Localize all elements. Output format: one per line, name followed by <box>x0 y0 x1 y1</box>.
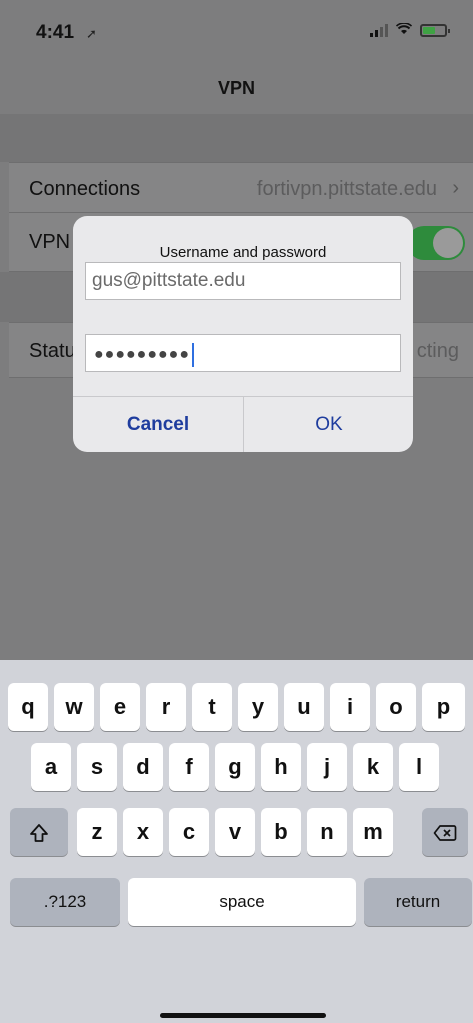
key-c[interactable]: c <box>169 808 209 856</box>
space-key[interactable]: space <box>128 878 356 926</box>
key-m[interactable]: m <box>353 808 393 856</box>
delete-key[interactable] <box>422 808 468 856</box>
username-input[interactable] <box>86 263 400 299</box>
key-e[interactable]: e <box>100 683 140 731</box>
battery-charging-icon <box>420 23 450 37</box>
key-s[interactable]: s <box>77 743 117 791</box>
status-value: cting <box>416 340 459 362</box>
toggle-knob <box>433 228 463 258</box>
key-a[interactable]: a <box>31 743 71 791</box>
shift-key[interactable] <box>10 808 68 856</box>
status-label: Statu <box>29 340 76 362</box>
dialog-title: Username and password <box>159 244 327 261</box>
shift-icon <box>30 824 48 843</box>
key-i[interactable]: i <box>330 683 370 731</box>
delete-backspace-icon <box>433 825 457 842</box>
key-j[interactable]: j <box>307 743 347 791</box>
vpn-toggle-switch[interactable] <box>407 226 465 260</box>
key-q[interactable]: q <box>8 683 48 731</box>
onscreen-keyboard: q w e r t y u i o p a s d f g h j k l z … <box>0 660 473 1023</box>
vpn-label: VPN <box>29 231 71 253</box>
credentials-alert-dialog: Username and password ●●●●●●●●● Cancel O… <box>73 216 413 452</box>
key-p[interactable]: p <box>422 683 465 731</box>
key-y[interactable]: y <box>238 683 278 731</box>
key-g[interactable]: g <box>215 743 255 791</box>
text-cursor <box>191 343 194 367</box>
wifi-icon <box>395 22 413 38</box>
key-r[interactable]: r <box>146 683 186 731</box>
key-n[interactable]: n <box>307 808 347 856</box>
chevron-right-icon: › <box>452 177 459 199</box>
connections-value: fortivpn.pittstate.edu <box>256 178 437 200</box>
key-w[interactable]: w <box>54 683 94 731</box>
page-title: VPN <box>217 78 255 98</box>
password-mask: ●●●●●●●●● <box>94 346 190 364</box>
key-l[interactable]: l <box>399 743 439 791</box>
numbers-key[interactable]: .?123 <box>10 878 120 926</box>
cancel-button[interactable]: Cancel <box>73 397 243 452</box>
password-field-container: ●●●●●●●●● <box>85 334 401 372</box>
key-u[interactable]: u <box>284 683 324 731</box>
return-key[interactable]: return <box>364 878 472 926</box>
status-bar: 4:41 ➚ <box>0 0 473 62</box>
location-arrow-icon: ➚ <box>86 26 97 41</box>
connections-label: Connections <box>29 178 141 200</box>
key-x[interactable]: x <box>123 808 163 856</box>
home-indicator[interactable] <box>160 1013 326 1018</box>
key-v[interactable]: v <box>215 808 255 856</box>
key-d[interactable]: d <box>123 743 163 791</box>
key-f[interactable]: f <box>169 743 209 791</box>
status-time: 4:41 <box>36 22 75 43</box>
key-z[interactable]: z <box>77 808 117 856</box>
status-icons <box>370 22 450 38</box>
ok-button[interactable]: OK <box>244 397 413 452</box>
key-k[interactable]: k <box>353 743 393 791</box>
key-t[interactable]: t <box>192 683 232 731</box>
key-o[interactable]: o <box>376 683 416 731</box>
section-spacer <box>0 114 473 162</box>
key-h[interactable]: h <box>261 743 301 791</box>
key-b[interactable]: b <box>261 808 301 856</box>
cellular-signal-icon <box>370 23 388 37</box>
connections-row[interactable]: Connections fortivpn.pittstate.edu › <box>9 162 473 216</box>
username-field-container <box>85 262 401 300</box>
password-input[interactable]: ●●●●●●●●● <box>94 343 194 367</box>
navigation-bar: VPN <box>0 62 473 114</box>
